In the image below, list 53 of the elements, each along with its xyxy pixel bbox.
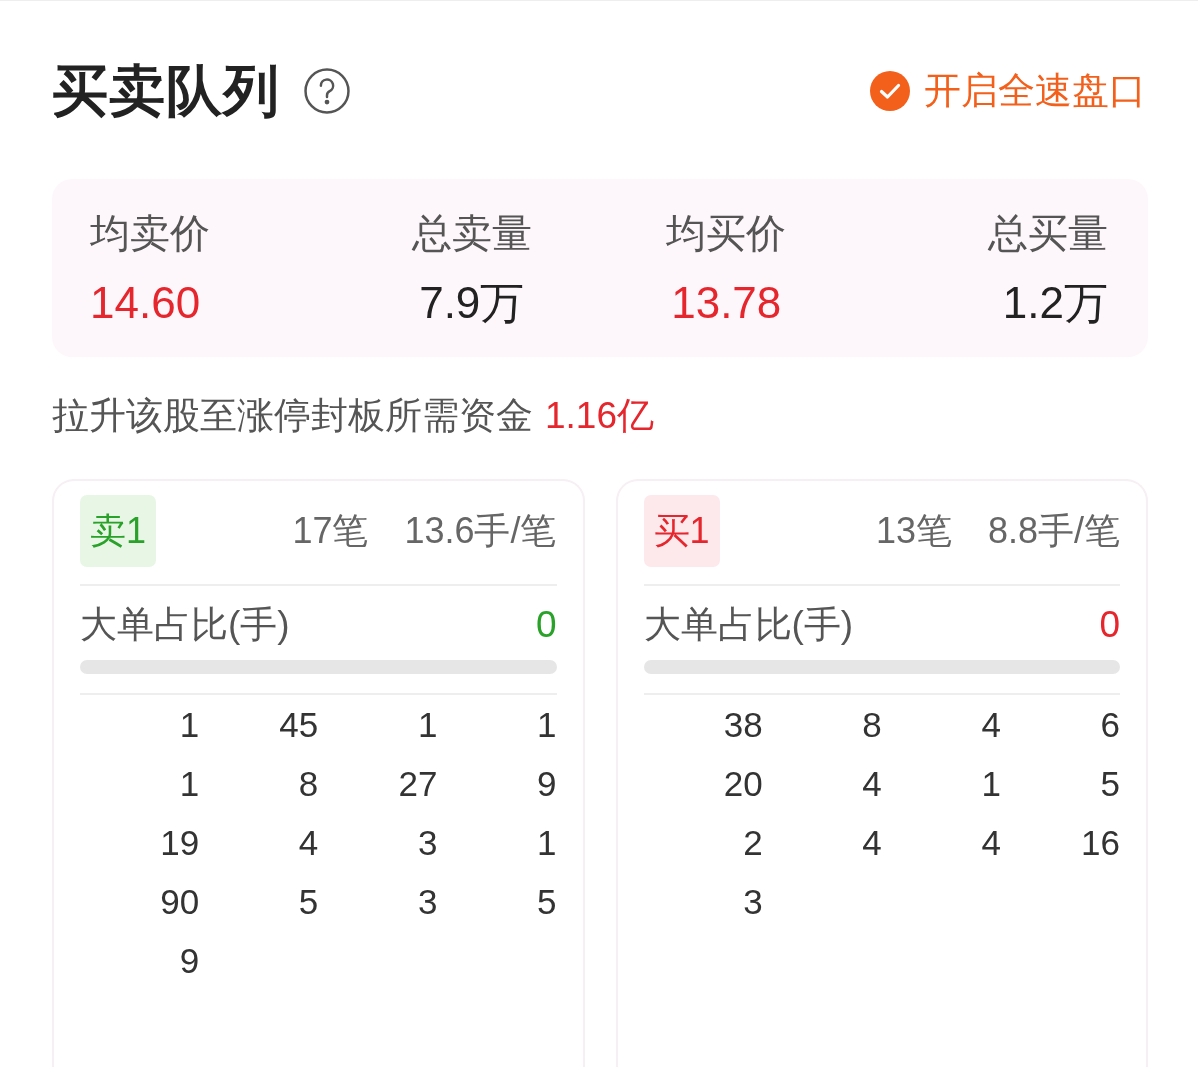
- stat-label: 总买量: [988, 210, 1108, 257]
- order-volume: 1: [981, 763, 1001, 805]
- order-volume: 5: [298, 881, 319, 923]
- funds-label: 拉升该股至涨停封板所需资金: [52, 394, 533, 438]
- order-volume: 1: [179, 763, 200, 805]
- order-volume: 3: [417, 822, 438, 864]
- page-title: 买卖队列: [52, 58, 280, 124]
- order-count: 17笔: [292, 509, 369, 553]
- average-size: 13.6手/笔: [404, 509, 557, 553]
- stat-value: 1.2万: [1002, 277, 1108, 329]
- order-volume: 27: [398, 763, 438, 805]
- order-volume: 1: [179, 704, 200, 746]
- order-volume: 38: [723, 704, 763, 746]
- order-volume: 5: [537, 881, 557, 923]
- order-volume: 4: [981, 704, 1001, 746]
- order-volume: 5: [1100, 763, 1120, 805]
- order-volume: 19: [160, 822, 200, 864]
- order-volume: 3: [743, 881, 763, 923]
- order-volume: 16: [1081, 822, 1120, 864]
- side-tag: 买1: [643, 495, 720, 567]
- average-size: 8.8手/笔: [987, 509, 1120, 553]
- stat-label: 均卖价: [90, 210, 210, 257]
- order-volume: 20: [723, 763, 763, 805]
- full-speed-toggle[interactable]: 开启全速盘口: [870, 67, 1146, 115]
- order-volume: 1: [417, 704, 438, 746]
- big-order-label: 大单占比(手): [80, 603, 290, 647]
- side-tag: 卖1: [80, 495, 157, 567]
- order-volume: 2: [743, 822, 763, 864]
- order-count: 13笔: [875, 509, 952, 553]
- order-volume: 1: [537, 704, 557, 746]
- order-volume: 3: [417, 881, 438, 923]
- help-icon[interactable]: [304, 68, 350, 114]
- order-volume: 4: [862, 763, 882, 805]
- funds-value: 1.16亿: [545, 394, 654, 438]
- big-order-value: 0: [1099, 603, 1120, 647]
- order-volume: 6: [1100, 704, 1120, 746]
- big-order-value: 0: [535, 603, 557, 647]
- order-volume: 8: [862, 704, 882, 746]
- stat-label: 总卖量: [411, 210, 532, 257]
- big-order-label: 大单占比(手): [643, 603, 854, 647]
- order-volume: 45: [279, 704, 319, 746]
- order-volume: 1: [537, 822, 557, 864]
- order-volume: 4: [862, 822, 882, 864]
- stat-value: 7.9万: [419, 277, 525, 329]
- order-volume: 4: [981, 822, 1001, 864]
- order-volume: 4: [298, 822, 319, 864]
- order-volume: 9: [537, 763, 557, 805]
- order-volume: 90: [160, 881, 200, 923]
- stat-value: 14.60: [90, 277, 201, 329]
- order-volume: 8: [298, 763, 319, 805]
- stat-label: 均买价: [666, 210, 787, 257]
- stat-value: 13.78: [671, 277, 782, 329]
- order-volume: 9: [179, 940, 200, 982]
